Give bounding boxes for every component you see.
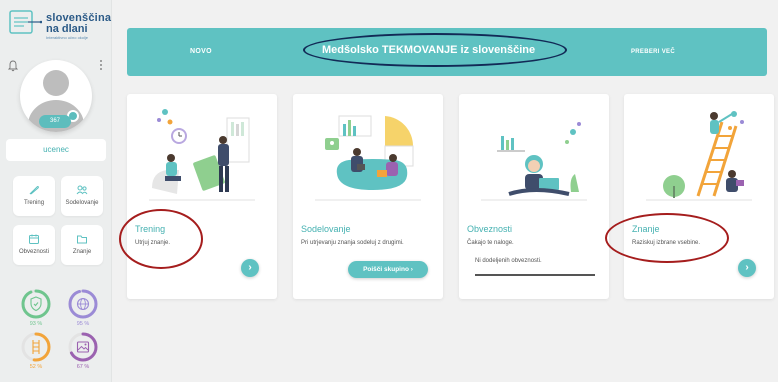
- knowledge-illustration-icon: [646, 111, 752, 201]
- sidebar-item-label: Znanje: [72, 249, 92, 255]
- chevron-right-icon: ›: [745, 262, 749, 273]
- logo-tagline: Interaktivno učno okolje: [46, 35, 89, 40]
- sidebar-item-trening[interactable]: Trening: [13, 176, 55, 216]
- read-more-link[interactable]: PREBERI VEČ: [631, 28, 675, 76]
- obligations-illustration-icon: [481, 122, 587, 201]
- chevron-right-icon: ›: [248, 262, 252, 273]
- logo-mark-icon: [9, 10, 42, 34]
- people-icon: [76, 185, 88, 195]
- no-obligations-text: Ni dodeljenih obveznosti.: [475, 258, 542, 264]
- sidebar-item-label: Sodelovanje: [65, 200, 99, 206]
- progress-ring-2[interactable]: [67, 288, 99, 320]
- training-illustration-icon: [149, 109, 255, 201]
- open-znanje-button[interactable]: ›: [738, 259, 756, 277]
- card-znanje[interactable]: Znanje Raziskuj izbrane vsebine. ›: [624, 94, 774, 299]
- coins-badge: 367: [39, 115, 71, 128]
- sidebar-item-obveznosti[interactable]: Obveznosti: [13, 225, 55, 265]
- progress-label-3: 52 %: [29, 364, 43, 370]
- logo-title-line2: na dlani: [46, 23, 88, 35]
- more-options-icon[interactable]: [99, 58, 103, 72]
- bell-icon[interactable]: [8, 60, 18, 72]
- card-description: Čakajo te naloge.: [467, 240, 514, 246]
- find-group-label: Poišči skupino: [363, 266, 409, 273]
- card-description: Pri utrjevanju znanja sodeluj z drugimi.: [301, 240, 404, 246]
- ladder-icon: [32, 340, 40, 354]
- announcement-banner[interactable]: NOVO Medšolsko TEKMOVANJE iz slovenščine…: [127, 28, 767, 76]
- progress-ring-4[interactable]: [67, 331, 99, 363]
- card-obveznosti[interactable]: Obveznosti Čakajo te naloge. Ni dodeljen…: [459, 94, 609, 299]
- card-title: Sodelovanje: [301, 224, 351, 234]
- collaboration-illustration-icon: [315, 115, 421, 201]
- open-trening-button[interactable]: ›: [241, 259, 259, 277]
- progress-label-1: 93 %: [29, 321, 43, 327]
- progress-ring-3[interactable]: [20, 331, 52, 363]
- progress-label-4: 67 %: [76, 364, 90, 370]
- feather-icon: [29, 186, 39, 195]
- sidebar-item-label: Trening: [23, 200, 45, 206]
- sidebar-item-znanje[interactable]: Znanje: [61, 225, 103, 265]
- avatar-head: [43, 70, 69, 96]
- progress-label-2: 95 %: [76, 321, 90, 327]
- folder-icon: [77, 235, 87, 244]
- card-sodelovanje[interactable]: Sodelovanje Pri utrjevanju znanja sodelu…: [293, 94, 443, 299]
- obligations-divider: [475, 274, 595, 276]
- calendar-icon: [29, 234, 39, 244]
- find-group-button[interactable]: Poišči skupino ›: [348, 261, 428, 278]
- coins-value: 367: [49, 118, 60, 124]
- user-card[interactable]: ucenec: [6, 139, 106, 161]
- highlight-circle-znanje: [605, 213, 729, 263]
- globe-icon: [76, 297, 90, 311]
- image-icon: [76, 341, 90, 353]
- progress-ring-1[interactable]: [20, 288, 52, 320]
- card-trening[interactable]: Trening Utrjuj znanje. ›: [127, 94, 277, 299]
- sidebar-item-sodelovanje[interactable]: Sodelovanje: [61, 176, 103, 216]
- sidebar: slovenščina na dlani Interaktivno učno o…: [0, 0, 112, 382]
- chevron-right-icon: ›: [410, 266, 413, 273]
- banner-new-label: NOVO: [190, 48, 212, 55]
- sidebar-item-label: Obveznosti: [18, 249, 49, 255]
- card-title: Obveznosti: [467, 224, 513, 234]
- username: ucenec: [43, 145, 69, 154]
- highlight-ellipse: [303, 33, 567, 67]
- app-logo[interactable]: slovenščina na dlani Interaktivno učno o…: [8, 8, 111, 42]
- highlight-circle-trening: [119, 209, 203, 269]
- shield-icon: [30, 296, 42, 312]
